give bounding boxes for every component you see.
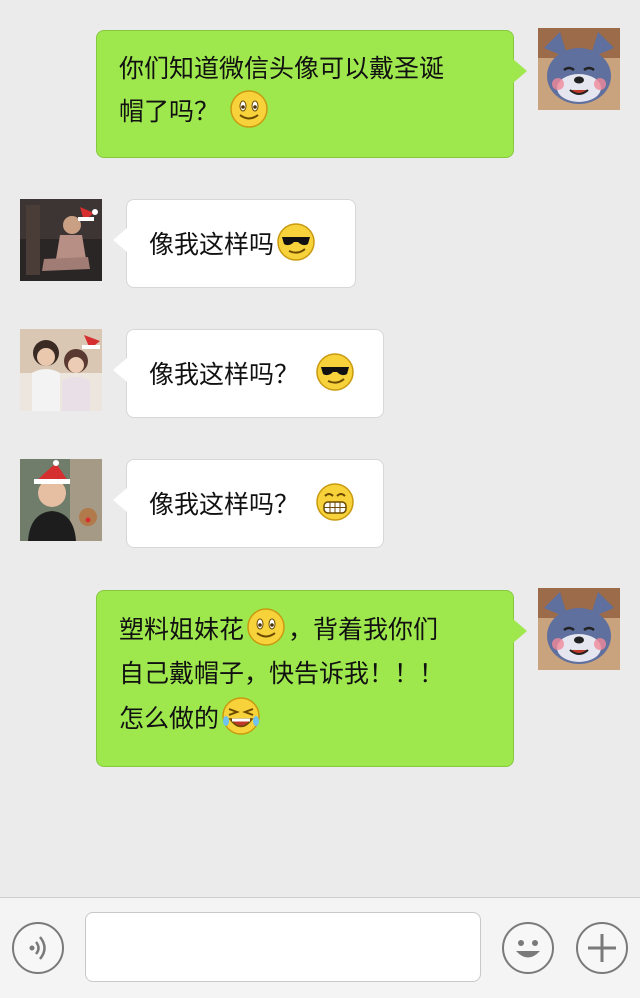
message-bubble-incoming[interactable]: 像我这样吗？ (113, 329, 384, 418)
plus-icon (588, 934, 616, 962)
cool-sunglasses-emoji (276, 222, 316, 262)
tom-cat-avatar[interactable] (538, 28, 620, 110)
message-text: 像我这样吗 (149, 230, 275, 259)
plus-button[interactable] (576, 922, 628, 974)
voice-icon (29, 936, 46, 960)
message-bubble-incoming[interactable]: 像我这样吗 (113, 199, 356, 288)
couple-santa-hat-avatar[interactable] (20, 329, 102, 411)
message-text: 像我这样吗？ (149, 360, 300, 389)
smile-emoji (246, 607, 286, 647)
message-bubble-incoming[interactable]: 像我这样吗？ (113, 459, 384, 548)
message-text: 怎么做的 (119, 704, 220, 733)
message-input[interactable] (85, 912, 481, 982)
man-santa-hat-avatar[interactable] (20, 199, 102, 281)
tom-cat-avatar[interactable] (538, 588, 620, 670)
message-text: 你们知道微信头像可以戴圣诞 (119, 54, 445, 83)
smile-emoji (229, 89, 269, 129)
message-text: 帽了吗？ (119, 97, 220, 126)
emoji-face-icon (516, 940, 540, 958)
message-bubble-outgoing[interactable]: 你们知道微信头像可以戴圣诞 帽了吗？ (96, 30, 527, 158)
crying-laugh-emoji (221, 696, 261, 736)
message-text: 塑料姐妹花 (119, 615, 245, 644)
emoji-button[interactable] (502, 922, 554, 974)
grin-emoji (315, 482, 355, 522)
message-text: 自己戴帽子，快告诉我！！！ (119, 659, 445, 688)
voice-button[interactable] (12, 922, 64, 974)
message-text: ，背着我你们 (288, 615, 439, 644)
message-bubble-outgoing[interactable]: 塑料姐妹花 ，背着我你们 自己戴帽子，快告诉我！！！ 怎么做的 (96, 590, 527, 767)
cool-sunglasses-emoji (315, 352, 355, 392)
chat-area: 你们知道微信头像可以戴圣诞 帽了吗？ 像我这样吗 像我这样吗？ 像我这样吗？ 塑… (0, 0, 640, 897)
input-toolbar (0, 897, 640, 998)
message-text: 像我这样吗？ (149, 490, 300, 519)
boy-santa-hat-avatar[interactable] (20, 459, 102, 541)
